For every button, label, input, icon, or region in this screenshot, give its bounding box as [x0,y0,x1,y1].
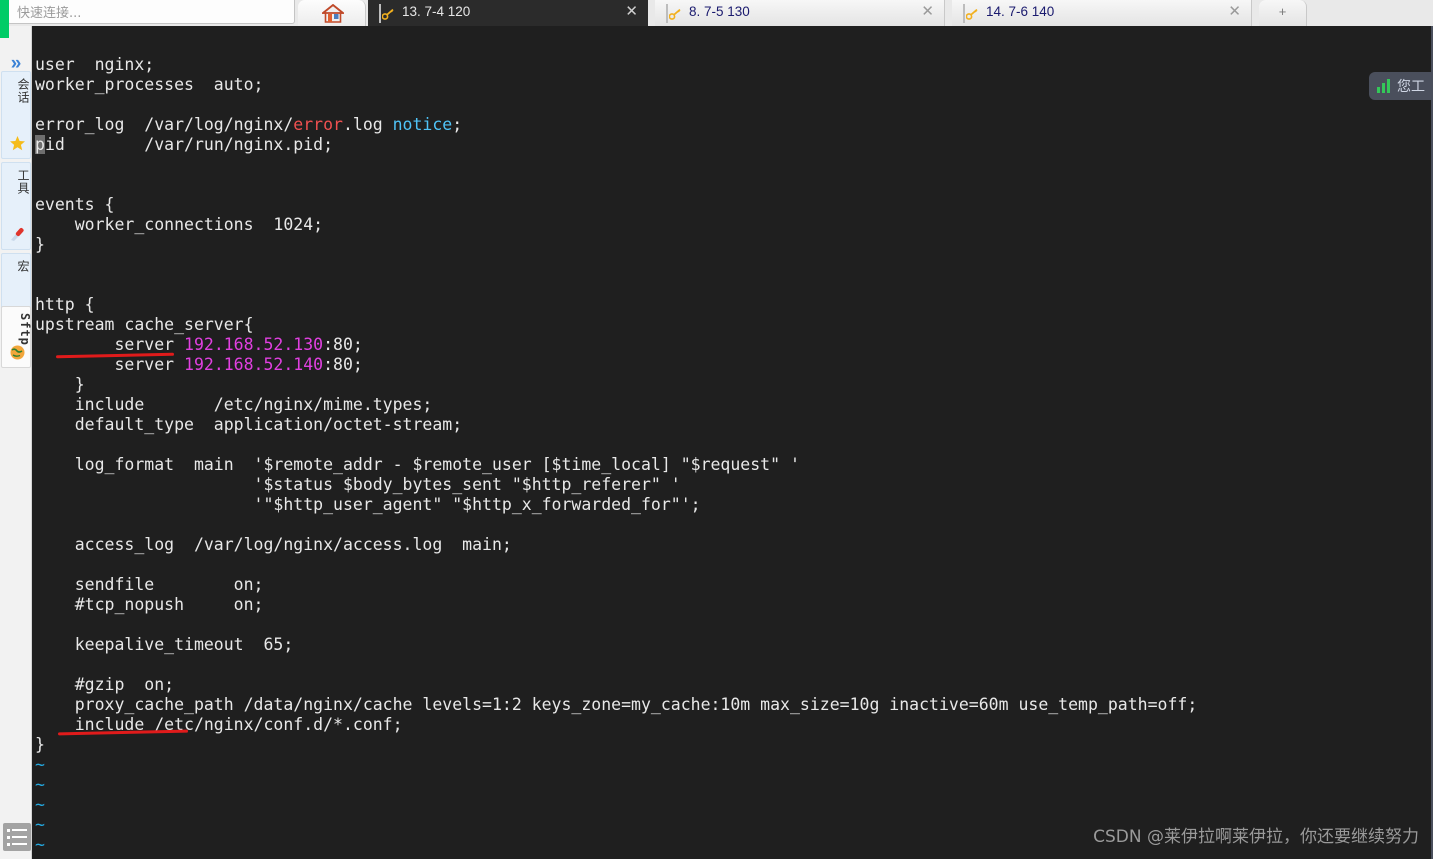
key-icon [666,4,683,23]
tab-home[interactable] [298,0,366,26]
tab-label: 13. 7-4 120 [402,4,471,19]
plus-icon: + [1278,4,1287,19]
home-icon [320,3,346,23]
sidebar-item-label: 工具 [16,169,30,195]
status-pill-label: 您工 [1397,79,1425,95]
tab-14-7-6-140[interactable]: 14. 7-6 140 ✕ [952,0,1252,26]
quick-connect-placeholder: 快速连接... [17,6,82,21]
key-icon [963,4,980,23]
tab-8-7-5-130[interactable]: 8. 7-5 130 ✕ [655,0,945,26]
globe-icon [9,344,26,361]
star-icon [9,135,26,152]
sidebar-item-label: 会话 [16,78,30,104]
knife-icon [9,226,26,243]
sidebar-item-tools[interactable]: 工具 [1,162,31,250]
close-icon[interactable]: ✕ [1228,3,1241,21]
list-icon[interactable] [3,823,31,851]
new-tab-button[interactable]: + [1259,0,1307,26]
quick-connect-box[interactable]: 快速连接... [7,0,295,24]
watermark-text: CSDN @莱伊拉啊莱伊拉，你还要继续努力 [1093,827,1419,847]
sidebar-item-label: Sftp [18,313,32,346]
close-icon[interactable]: ✕ [625,3,638,21]
status-pill[interactable]: 您工 [1369,72,1433,100]
tab-label: 14. 7-6 140 [986,4,1055,19]
tab-label: 8. 7-5 130 [689,4,750,19]
left-sidebar: » 会话 工具 宏 Sftp [0,26,32,859]
tab-13-7-4-120[interactable]: 13. 7-4 120 ✕ [368,0,648,26]
connection-indicator-bar [0,0,9,38]
close-icon[interactable]: ✕ [921,3,934,21]
signal-bars-icon [1377,79,1390,93]
sidebar-item-label: 宏 [16,260,30,273]
sidebar-item-session[interactable]: 会话 [1,71,31,159]
key-icon [379,4,396,23]
sidebar-item-sftp[interactable]: Sftp [1,306,32,368]
terminal-pane[interactable]: user nginx; worker_processes auto; error… [32,26,1433,859]
top-bar: 快速连接... 13. 7-4 120 ✕ 8. 7-5 130 ✕ 14. 7… [0,0,1433,26]
terminal-content: user nginx; worker_processes auto; error… [35,54,1198,854]
